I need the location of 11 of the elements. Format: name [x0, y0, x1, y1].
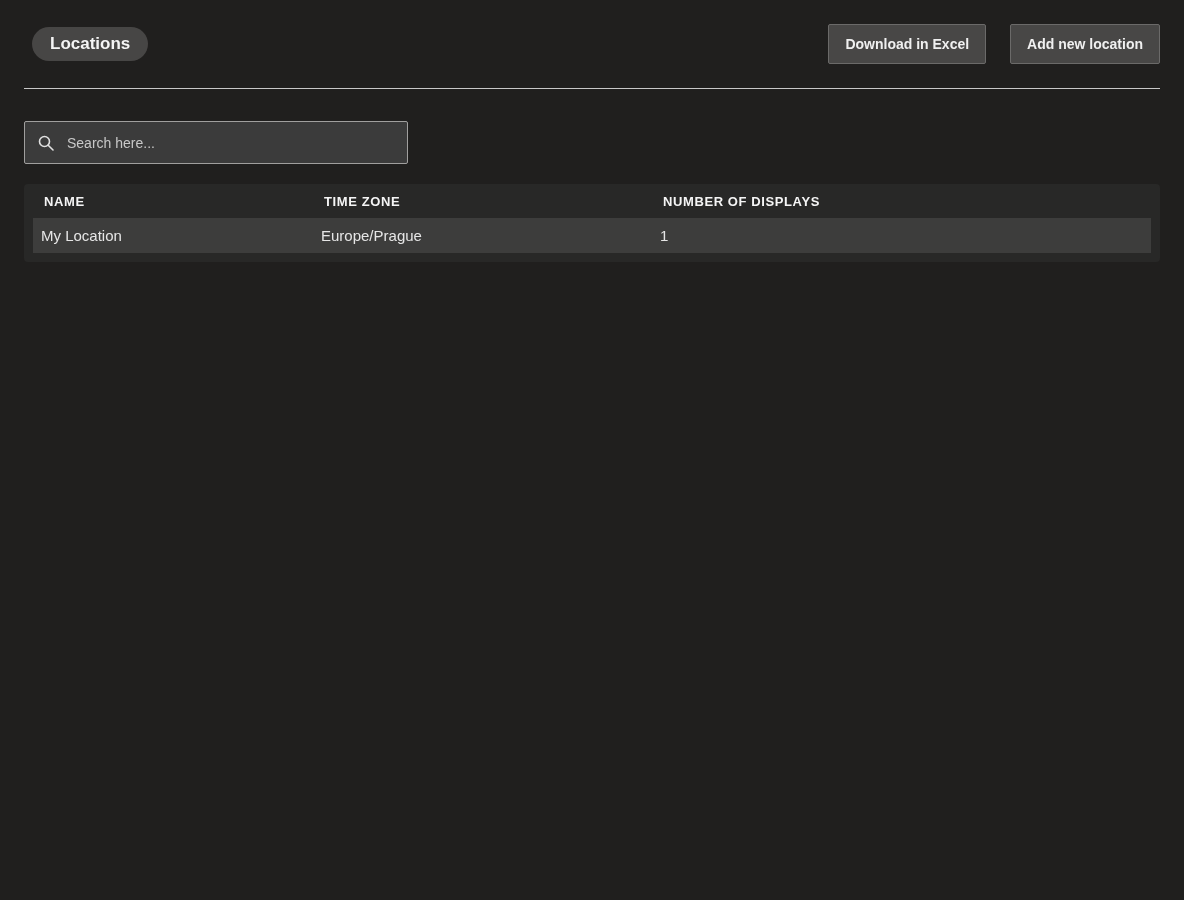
search-field[interactable]: Search here...	[24, 121, 408, 164]
add-button[interactable]: Add new location	[1010, 24, 1160, 64]
search-icon	[38, 135, 54, 151]
column-header[interactable]: NUMBER OF DISPLAYS	[652, 184, 1151, 218]
column-header[interactable]: NAME	[33, 184, 313, 218]
table-cell: Europe/Prague	[313, 218, 652, 253]
download-button[interactable]: Download in Excel	[828, 24, 987, 64]
table-cell: My Location	[33, 218, 313, 253]
table-cell: 1	[652, 218, 1151, 253]
column-header[interactable]: TIME ZONE	[313, 184, 652, 218]
page-title: Locations	[32, 27, 149, 61]
